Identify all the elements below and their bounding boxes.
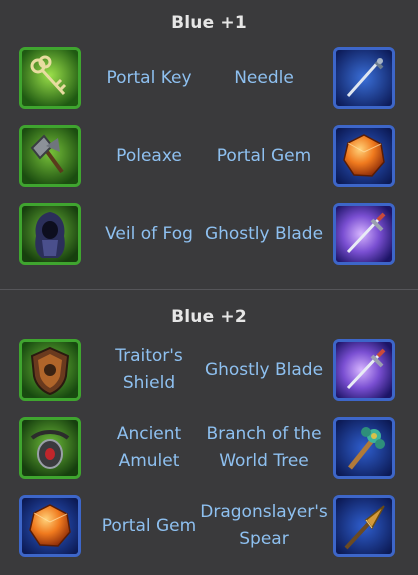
item-row: Veil of Fog Ghostly Blade	[0, 200, 418, 268]
world-tree-branch-icon[interactable]	[333, 417, 395, 479]
portal-gem-icon[interactable]	[333, 125, 395, 187]
portal-gem-icon[interactable]	[19, 495, 81, 557]
item-row: Portal Key Needle	[0, 44, 418, 112]
item-name-poleaxe[interactable]: Poleaxe	[90, 122, 208, 190]
section-divider	[0, 289, 418, 290]
item-name-dragonslayers-spear[interactable]: Dragonslayer's Spear	[195, 492, 333, 560]
needle-icon[interactable]	[333, 47, 395, 109]
item-row: Poleaxe Portal Gem	[0, 122, 418, 190]
item-name-ancient-amulet[interactable]: Ancient Amulet	[90, 414, 208, 482]
section-title: Blue +2	[171, 307, 247, 327]
veil-of-fog-icon[interactable]	[19, 203, 81, 265]
item-name-portal-gem[interactable]: Portal Gem	[195, 122, 333, 190]
item-name-veil-of-fog[interactable]: Veil of Fog	[90, 200, 208, 268]
item-row: Traitor's Shield Ghostly Blade	[0, 336, 418, 404]
ghostly-blade-icon[interactable]	[333, 339, 395, 401]
item-row: Portal Gem Dragonslayer's Spear	[0, 492, 418, 560]
ancient-amulet-icon[interactable]	[19, 417, 81, 479]
item-name-needle[interactable]: Needle	[195, 44, 333, 112]
item-name-ghostly-blade[interactable]: Ghostly Blade	[195, 336, 333, 404]
section-title: Blue +1	[171, 13, 247, 33]
item-name-portal-gem[interactable]: Portal Gem	[90, 492, 208, 560]
item-name-portal-key[interactable]: Portal Key	[90, 44, 208, 112]
dragonslayer-spear-icon[interactable]	[333, 495, 395, 557]
item-name-traitors-shield[interactable]: Traitor's Shield	[90, 336, 208, 404]
poleaxe-icon[interactable]	[19, 125, 81, 187]
item-name-branch-of-the-world-tree[interactable]: Branch of the World Tree	[195, 414, 333, 482]
ghostly-blade-icon[interactable]	[333, 203, 395, 265]
traitors-shield-icon[interactable]	[19, 339, 81, 401]
portal-key-icon[interactable]	[19, 47, 81, 109]
item-name-ghostly-blade[interactable]: Ghostly Blade	[195, 200, 333, 268]
item-row: Ancient Amulet Branch of the World Tree	[0, 414, 418, 482]
